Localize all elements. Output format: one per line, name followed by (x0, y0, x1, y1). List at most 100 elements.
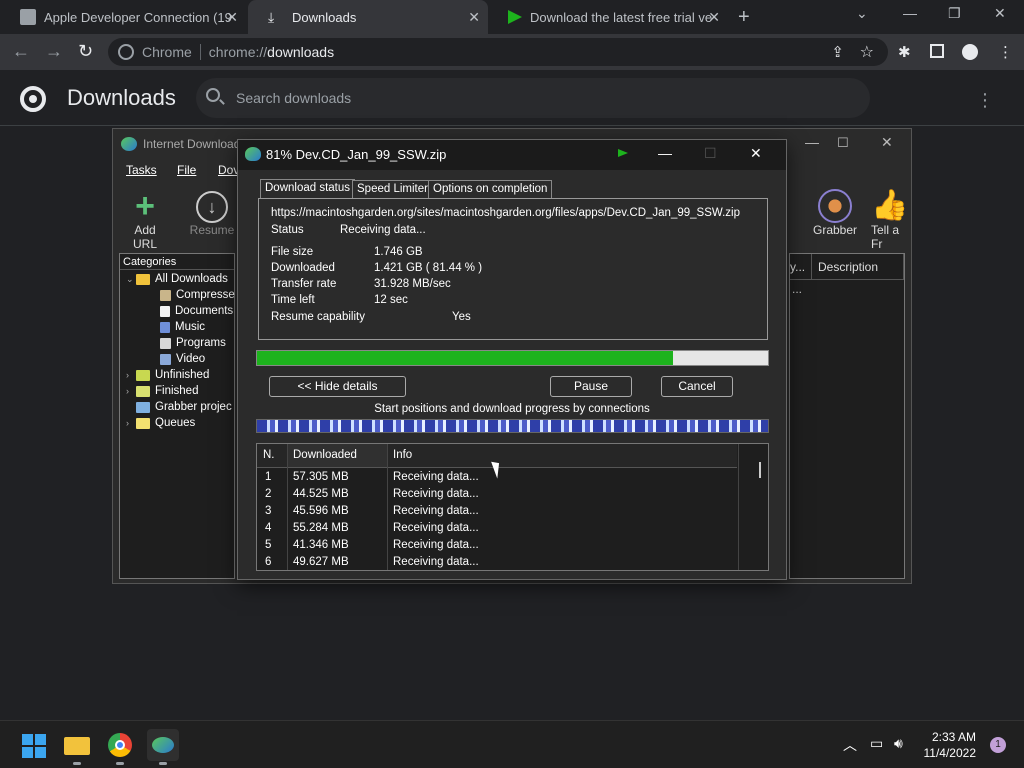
idm-arrow-icon (508, 10, 522, 24)
show-hidden-icons-chevron-icon[interactable]: ︿ (843, 735, 857, 755)
tab-download-status[interactable]: Download status (260, 179, 356, 199)
back-arrow-icon[interactable]: ← (12, 41, 30, 62)
new-tab-button[interactable]: + (738, 6, 750, 29)
expand-caret-icon[interactable]: › (126, 386, 132, 396)
category-label: Finished (155, 385, 199, 397)
time-left-label: Time left (271, 294, 315, 306)
close-icon[interactable]: ✕ (468, 9, 480, 26)
table-row[interactable]: 2 44.525 MB Receiving data... (257, 487, 737, 504)
category-finished[interactable]: › Finished (126, 385, 198, 397)
expand-caret-icon[interactable]: › (126, 370, 132, 380)
bookmark-star-icon[interactable]: ☆ (860, 42, 874, 62)
network-icon[interactable]: ▭ (870, 735, 883, 752)
side-panel-icon[interactable] (930, 44, 944, 58)
start-button[interactable] (18, 729, 50, 761)
document-icon (160, 305, 170, 317)
reload-icon[interactable]: ↻ (78, 41, 93, 62)
cell-n: 5 (265, 539, 272, 551)
taskbar-clock[interactable]: 2:33 AM 11/4/2022 (924, 729, 977, 761)
chrome-icon (118, 44, 134, 60)
table-row[interactable]: 4 55.284 MB Receiving data... (257, 521, 737, 538)
pause-button[interactable]: Pause (550, 376, 632, 397)
category-documents[interactable]: Documents (160, 305, 233, 317)
chrome-taskbar-icon[interactable] (104, 729, 136, 765)
share-icon[interactable]: ⇪ (831, 43, 844, 61)
table-row[interactable]: 5 41.346 MB Receiving data... (257, 538, 737, 555)
add-url-button[interactable]: + Add URL (121, 189, 169, 251)
tab-search-icon[interactable]: ⌄ (856, 5, 868, 22)
tab-speed-limiter[interactable]: Speed Limiter (352, 180, 433, 198)
progress-fill (257, 351, 674, 365)
dialog-title: 81% Dev.CD_Jan_99_SSW.zip (266, 147, 447, 162)
expand-caret-icon[interactable]: ⌄ (126, 274, 134, 285)
tab-download-trial[interactable]: Download the latest free trial ve ✕ (488, 0, 728, 34)
scrollbar-thumb[interactable] (759, 462, 761, 478)
category-queues[interactable]: › Queues (126, 417, 195, 429)
notification-badge[interactable]: 1 (990, 737, 1006, 753)
minimize-icon[interactable]: — (805, 134, 819, 150)
column-header-downloaded[interactable]: Downloaded (287, 444, 387, 468)
tab-title: Download the latest free trial ve (530, 9, 713, 25)
more-options-icon[interactable]: ⋮ (976, 90, 994, 111)
close-icon[interactable]: ✕ (226, 9, 238, 26)
cell-downloaded: 41.346 MB (293, 539, 349, 551)
expand-caret-icon[interactable]: › (126, 418, 132, 428)
category-video[interactable]: Video (160, 353, 205, 365)
close-window-icon[interactable]: ✕ (994, 5, 1006, 22)
forward-arrow-icon[interactable]: → (45, 41, 63, 62)
volume-icon[interactable]: 🔊︎ (894, 735, 903, 752)
tab-downloads[interactable]: ⤓ Downloads ✕ (248, 0, 488, 34)
column-header-description[interactable]: Description (812, 254, 904, 280)
category-music[interactable]: Music (160, 321, 205, 333)
resume-button[interactable]: ↓ Resume (189, 189, 235, 237)
tell-a-friend-button[interactable]: 👍 Tell a Fr (871, 189, 911, 251)
extensions-icon[interactable]: ✱ (898, 43, 911, 61)
column-header-n[interactable]: N. (257, 444, 287, 468)
menu-file[interactable]: File (177, 163, 196, 177)
hide-details-button[interactable]: << Hide details (269, 376, 406, 397)
plus-icon: + (135, 187, 155, 225)
cell-info: Receiving data... (393, 539, 479, 551)
tab-apple-developer[interactable]: Apple Developer Connection (19 ✕ (0, 0, 246, 34)
maximize-icon[interactable]: ☐ (837, 135, 849, 151)
profile-avatar-icon[interactable] (962, 44, 978, 60)
table-row[interactable]: 6 49.627 MB Receiving data... (257, 555, 737, 570)
table-row[interactable]: 3 45.596 MB Receiving data... (257, 504, 737, 521)
cell-downloaded: 45.596 MB (293, 505, 349, 517)
cell-n: 1 (265, 471, 272, 483)
grabber-button[interactable]: Grabber (809, 189, 861, 237)
idm-taskbar-icon[interactable] (147, 729, 179, 765)
minimize-icon[interactable]: — (658, 145, 672, 161)
tab-options-on-completion[interactable]: Options on completion (428, 180, 553, 198)
category-unfinished[interactable]: › Unfinished (126, 369, 209, 381)
table-scrollbar[interactable] (738, 444, 768, 570)
connections-progress-bar (256, 419, 769, 433)
music-icon (160, 321, 170, 333)
minimize-icon[interactable]: — (903, 5, 917, 21)
chrome-label: Chrome (142, 44, 192, 60)
close-icon[interactable]: ✕ (881, 134, 893, 151)
address-bar[interactable]: Chrome chrome:// downloads ⇪ ☆ (108, 38, 888, 66)
category-compressed[interactable]: Compresse (160, 289, 235, 301)
menu-tasks[interactable]: Tasks (126, 163, 157, 177)
downloads-header: Downloads Search downloads ⋮ (0, 70, 1024, 126)
column-header-truncated[interactable]: y... (790, 254, 812, 280)
search-downloads-input[interactable]: Search downloads (196, 78, 870, 118)
restore-icon[interactable]: ❐ (948, 5, 961, 22)
category-programs[interactable]: Programs (160, 337, 226, 349)
category-label: Documents (175, 305, 234, 317)
menu-kebab-icon[interactable]: ⋮ (998, 43, 1013, 61)
cell-downloaded: 55.284 MB (293, 522, 349, 534)
close-icon[interactable]: ✕ (750, 145, 762, 162)
tool-label: Tell a Fr (871, 223, 900, 251)
tool-label: Grabber (812, 223, 858, 237)
category-grabber-projects[interactable]: Grabber projec (136, 401, 232, 413)
category-all-downloads[interactable]: ⌄ All Downloads (126, 273, 228, 285)
cell-downloaded: 57.305 MB (293, 471, 349, 483)
close-icon[interactable]: ✕ (708, 9, 720, 26)
category-label: Compresse (176, 289, 235, 301)
cancel-button[interactable]: Cancel (661, 376, 733, 397)
column-header-info[interactable]: Info (387, 444, 737, 468)
connections-label: Start positions and download progress by… (374, 403, 650, 415)
file-explorer-icon[interactable] (61, 729, 93, 765)
